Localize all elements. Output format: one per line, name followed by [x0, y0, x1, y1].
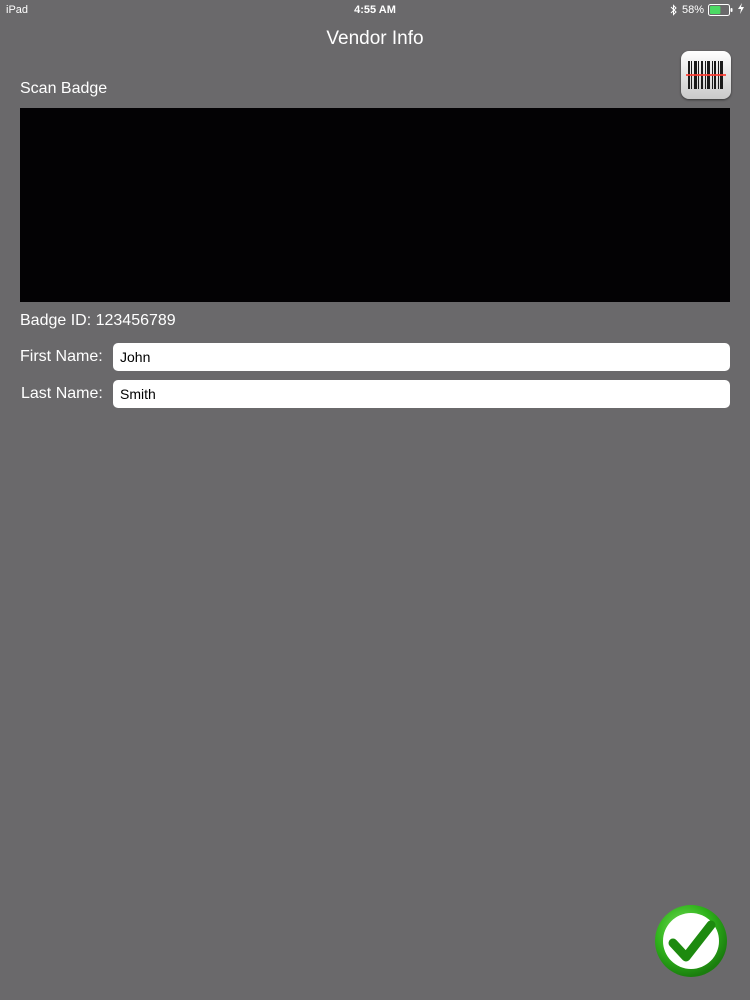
confirm-button[interactable] — [653, 903, 729, 979]
scan-badge-button[interactable] — [681, 51, 731, 99]
first-name-label: First Name: — [20, 348, 103, 365]
camera-preview — [20, 108, 730, 302]
bluetooth-icon — [670, 4, 678, 16]
last-name-label: Last Name: — [21, 385, 103, 402]
status-right: 58% — [670, 3, 744, 17]
page-title: Vendor Info — [326, 28, 424, 49]
charging-icon — [738, 3, 744, 17]
badge-id-text: Badge ID: 123456789 — [20, 312, 176, 329]
status-bar: iPad 4:55 AM 58% — [0, 0, 750, 20]
barcode-scanner-icon — [686, 61, 726, 89]
battery-percent: 58% — [681, 4, 704, 16]
vendor-info-screen: iPad 4:55 AM 58% Vendor Info Scan Badge … — [0, 0, 750, 1000]
battery-icon — [708, 4, 734, 16]
status-time: 4:55 AM — [354, 4, 396, 16]
first-name-field[interactable] — [113, 343, 730, 371]
last-name-field[interactable] — [113, 380, 730, 408]
checkmark-icon — [655, 905, 727, 977]
scan-badge-label: Scan Badge — [20, 80, 108, 97]
